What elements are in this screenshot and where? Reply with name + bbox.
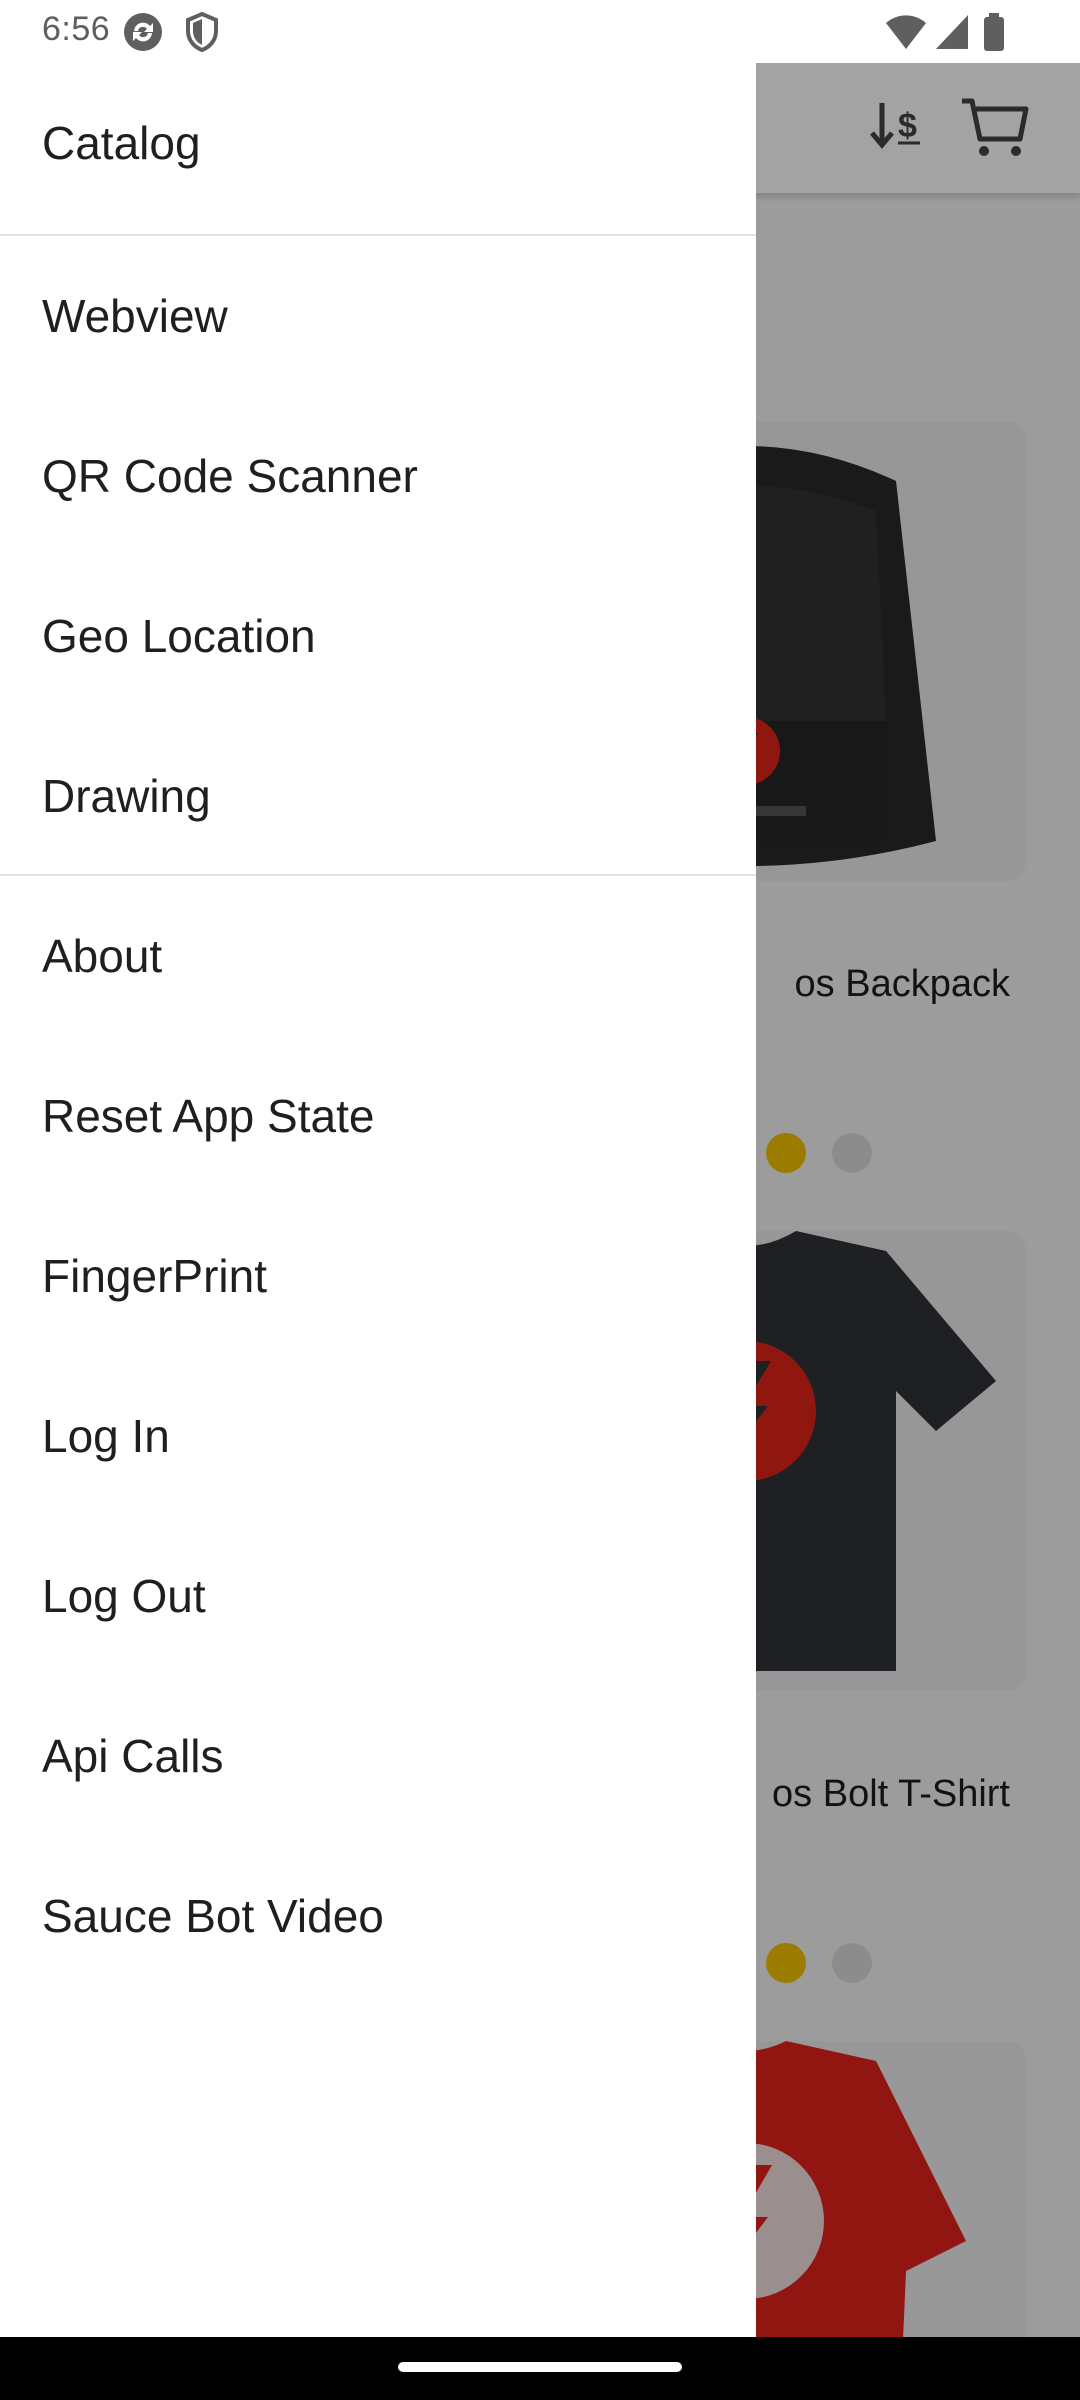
menu-item-log-in[interactable]: Log In [0,1356,756,1516]
signal-icon [934,11,970,58]
sync-icon [122,11,164,58]
menu-item-reset-app-state[interactable]: Reset App State [0,1036,756,1196]
menu-item-geo-location[interactable]: Geo Location [0,556,756,716]
menu-item-fingerprint[interactable]: FingerPrint [0,1196,756,1356]
battery-icon [982,11,1006,58]
home-gesture-handle[interactable] [398,2362,682,2372]
menu-item-catalog[interactable]: Catalog [0,63,756,223]
menu-item-webview[interactable]: Webview [0,236,756,396]
status-time: 6:56 [42,10,111,48]
wifi-icon [884,11,928,58]
shield-icon [184,11,220,58]
menu-item-about[interactable]: About [0,876,756,1036]
menu-item-api-calls[interactable]: Api Calls [0,1676,756,1836]
menu-item-drawing[interactable]: Drawing [0,716,756,876]
system-nav-bar [0,2337,1080,2400]
status-bar: 6:56 [0,0,1080,63]
menu-item-sauce-bot-video[interactable]: Sauce Bot Video [0,1836,756,1996]
menu-item-log-out[interactable]: Log Out [0,1516,756,1676]
screen: 6:56 $ os Backpack os Bolt T-Shirt Catal… [0,0,1080,2400]
navigation-drawer: Catalog Webview QR Code Scanner Geo Loca… [0,63,756,2337]
menu-item-qr-code-scanner[interactable]: QR Code Scanner [0,396,756,556]
